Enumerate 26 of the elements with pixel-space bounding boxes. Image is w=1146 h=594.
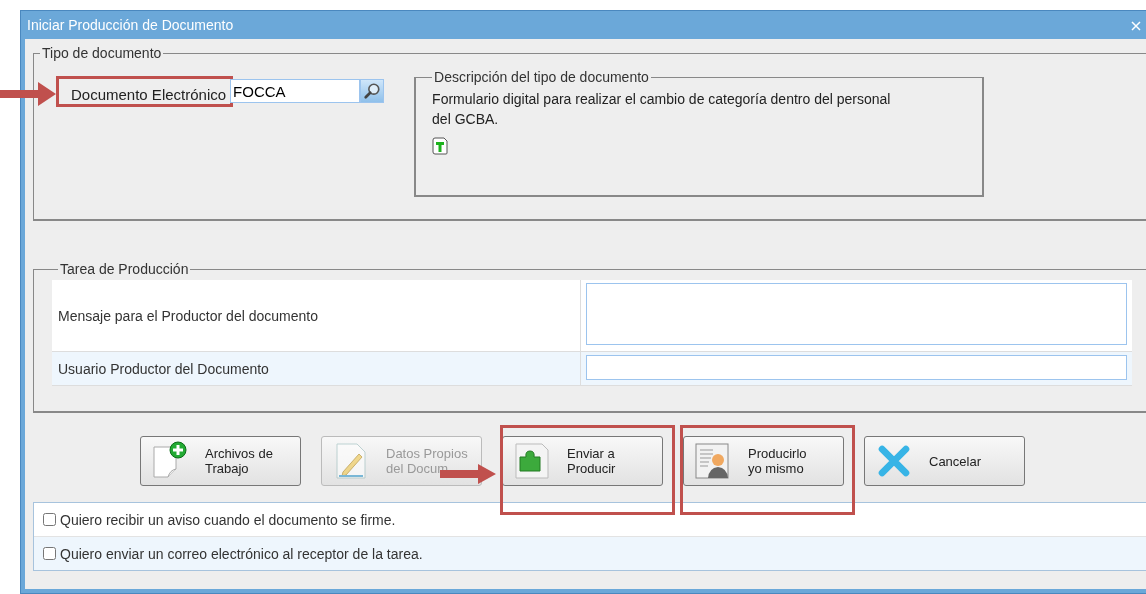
action-button[interactable]: Producirlo yo mismo bbox=[683, 436, 844, 486]
checkbox[interactable] bbox=[43, 513, 56, 526]
group-legend: Descripción del tipo de documento bbox=[432, 69, 651, 85]
field-label: Mensaje para el Productor del documento bbox=[52, 280, 581, 351]
document-plus-icon bbox=[150, 441, 190, 481]
field-label: Usuario Productor del Documento bbox=[52, 352, 581, 385]
message-field[interactable] bbox=[586, 283, 1127, 345]
checkbox-label: Quiero enviar un correo electrónico al receptor de la tarea. bbox=[60, 545, 423, 562]
text-document-icon bbox=[432, 137, 449, 155]
action-button[interactable]: Enviar a Producir bbox=[502, 436, 663, 486]
checkbox-label: Quiero recibir un aviso cuando el documento se firme. bbox=[60, 511, 396, 528]
cross-icon bbox=[877, 444, 911, 478]
window-title: Iniciar Producción de Documento bbox=[27, 17, 234, 33]
annotation-arrow bbox=[0, 82, 56, 106]
checkbox[interactable] bbox=[43, 547, 56, 560]
puzzle-piece-icon bbox=[512, 441, 552, 481]
document-type-field[interactable]: FOCCA bbox=[230, 79, 361, 103]
group-legend: Tipo de documento bbox=[40, 45, 164, 61]
search-button[interactable] bbox=[360, 79, 385, 103]
group-legend: Tarea de Producción bbox=[58, 261, 191, 277]
description-text: Formulario digital para realizar el cambio de categoría dentro del personal del GCBA. bbox=[432, 90, 892, 129]
action-button[interactable]: Cancelar bbox=[864, 436, 1025, 486]
user-field[interactable] bbox=[586, 355, 1127, 380]
action-button[interactable]: Archivos de Trabajo bbox=[140, 436, 301, 486]
field-label: Documento Electrónico bbox=[56, 75, 234, 107]
close-icon[interactable] bbox=[1131, 21, 1141, 31]
